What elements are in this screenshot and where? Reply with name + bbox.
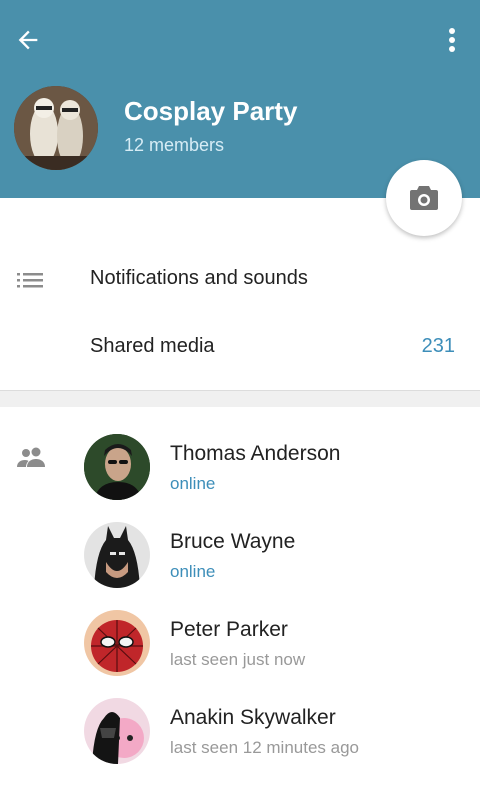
camera-icon: [410, 186, 438, 210]
member-avatar: [84, 522, 150, 588]
member-row[interactable]: Anakin Skywalker last seen 12 minutes ag…: [0, 698, 480, 786]
more-vertical-icon: [449, 28, 455, 52]
section-divider: [0, 390, 480, 407]
set-photo-button[interactable]: [386, 160, 462, 236]
back-button[interactable]: [10, 22, 46, 58]
list-icon: [17, 273, 43, 288]
group-photo: [14, 86, 98, 170]
group-title: Cosplay Party: [124, 96, 298, 126]
member-row[interactable]: Bruce Wayne online: [0, 522, 480, 610]
more-options-button[interactable]: [436, 22, 468, 58]
member-avatar: [84, 610, 150, 676]
member-row[interactable]: Peter Parker last seen just now: [0, 610, 480, 698]
group-avatar[interactable]: [14, 86, 98, 170]
member-status: last seen 12 minutes ago: [170, 738, 360, 757]
member-status: online: [170, 474, 216, 493]
member-count: 12 members: [124, 135, 225, 155]
shared-media-count: 231: [421, 335, 455, 357]
member-status: online: [170, 562, 216, 581]
member-name: Thomas Anderson: [170, 442, 341, 465]
member-avatar: [84, 698, 150, 764]
notifications-row[interactable]: Notifications and sounds: [0, 246, 480, 312]
notifications-label: Notifications and sounds: [90, 267, 308, 289]
member-status: last seen just now: [170, 650, 306, 669]
member-name: Peter Parker: [170, 618, 288, 641]
shared-media-row[interactable]: Shared media 231: [0, 316, 480, 378]
member-row[interactable]: Thomas Anderson online: [0, 434, 480, 522]
shared-media-label: Shared media: [90, 335, 215, 357]
arrow-left-icon: [18, 30, 38, 50]
member-name: Bruce Wayne: [170, 530, 296, 553]
member-avatar: [84, 434, 150, 500]
member-name: Anakin Skywalker: [170, 706, 336, 729]
